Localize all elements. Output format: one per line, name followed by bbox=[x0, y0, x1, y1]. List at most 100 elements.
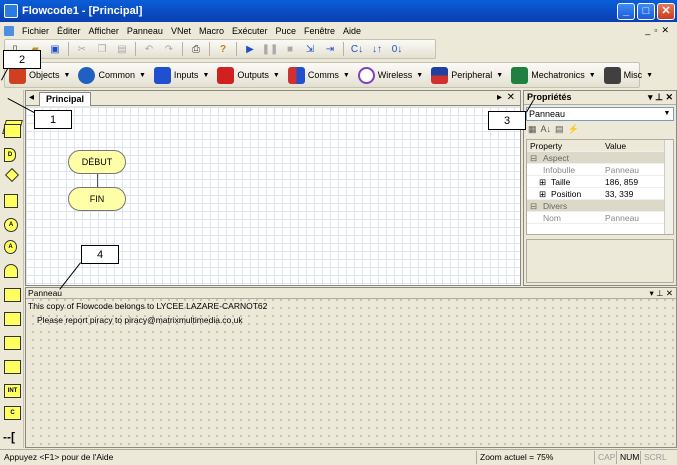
undo-icon[interactable]: ↶ bbox=[141, 41, 157, 57]
step-into-icon[interactable]: ⇲ bbox=[302, 41, 318, 57]
zoom-indicator: Zoom actuel = 75% bbox=[476, 451, 591, 464]
string-icon[interactable] bbox=[4, 360, 21, 374]
title-bar[interactable]: Flowcode1 - [Principal] _ □ ✕ bbox=[0, 0, 677, 22]
delay-icon[interactable]: D bbox=[4, 148, 16, 162]
macro-icon[interactable] bbox=[4, 288, 21, 302]
comment-icon[interactable]: --[ bbox=[3, 430, 15, 444]
hex-icon[interactable]: ↓↑ bbox=[369, 41, 385, 57]
status-bar: Appuyez <F1> pour de l'Aide Zoom actuel … bbox=[0, 449, 677, 465]
dropdown-arrow-icon: ▼ bbox=[138, 71, 146, 79]
mdi-close-button[interactable]: ✕ bbox=[661, 25, 669, 36]
property-category-aspect[interactable]: ⊟ Aspect bbox=[527, 152, 667, 164]
panel-close-icon[interactable]: ✕ bbox=[666, 288, 673, 298]
outputs-button[interactable]: Outputs ▼ bbox=[213, 64, 283, 86]
interrupt-icon[interactable]: INT bbox=[4, 384, 21, 398]
wireless-label: Wireless bbox=[377, 70, 413, 80]
switch-icon[interactable] bbox=[4, 194, 18, 208]
menu-executer[interactable]: Exécuter bbox=[228, 26, 272, 36]
close-button[interactable]: ✕ bbox=[657, 2, 675, 20]
property-row-position[interactable]: ⊞ Position 33, 339 bbox=[527, 188, 667, 200]
menu-vnet[interactable]: VNet bbox=[167, 26, 195, 36]
pin-icon[interactable]: ⊥ bbox=[655, 92, 663, 102]
mdi-restore-button[interactable]: ▫ bbox=[654, 25, 657, 36]
menu-afficher[interactable]: Afficher bbox=[85, 26, 123, 36]
tab-scroll-right-icon[interactable]: ▸ bbox=[497, 92, 502, 103]
property-grid-scrollbar[interactable] bbox=[664, 140, 673, 234]
compile-icon[interactable]: C↓ bbox=[349, 41, 365, 57]
decision-icon[interactable] bbox=[4, 167, 20, 183]
property-row-infobulle[interactable]: Infobulle Panneau bbox=[527, 164, 667, 176]
mechatronics-button[interactable]: Mechatronics ▼ bbox=[507, 64, 599, 86]
stop-icon[interactable]: ■ bbox=[282, 41, 298, 57]
pause-icon[interactable]: ❚❚ bbox=[262, 41, 279, 57]
status-help-text: Appuyez <F1> pour de l'Aide bbox=[4, 452, 114, 462]
panel-window[interactable]: Panneau ▾ ⊥ ✕ This copy of Flowcode belo… bbox=[25, 287, 677, 448]
panel-pin-icon[interactable]: ⊥ bbox=[656, 288, 663, 298]
help-icon[interactable]: ? bbox=[215, 41, 231, 57]
menu-panneau[interactable]: Panneau bbox=[123, 26, 167, 36]
calculation-icon[interactable]: A bbox=[4, 218, 18, 232]
standard-toolbar: ▯ ▰ ▣ ✂ ❐ ▤ ↶ ↷ ⎙ ? ▶ ❚❚ ■ ⇲ ⇥ C↓ ↓↑ 0↓ bbox=[4, 39, 436, 59]
output-icon[interactable] bbox=[4, 124, 21, 138]
cut-icon[interactable]: ✂ bbox=[74, 41, 90, 57]
close-tab-icon[interactable]: ✕ bbox=[507, 92, 515, 103]
panel-menu-icon[interactable]: ▾ bbox=[649, 288, 653, 298]
menu-puce[interactable]: Puce bbox=[272, 26, 301, 36]
dropdown-arrow-icon: ▼ bbox=[588, 71, 596, 79]
property-row-taille[interactable]: ⊞ Taille 186, 859 bbox=[527, 176, 667, 188]
misc-button[interactable]: Misc ▼ bbox=[600, 64, 657, 86]
collapse-icon[interactable]: ⊟ bbox=[530, 152, 537, 164]
properties-menu-icon[interactable]: ▾ bbox=[648, 92, 653, 102]
maximize-button[interactable]: □ bbox=[637, 2, 655, 20]
menu-bar: Fichier Éditer Afficher Panneau VNet Mac… bbox=[0, 22, 677, 39]
property-pages-icon[interactable]: ▤ bbox=[555, 124, 564, 135]
c-code-icon[interactable]: C bbox=[4, 406, 21, 420]
run-icon[interactable]: ▶ bbox=[242, 41, 258, 57]
redo-icon[interactable]: ↷ bbox=[161, 41, 177, 57]
document-icon[interactable] bbox=[4, 25, 14, 36]
expand-icon[interactable]: ⊞ bbox=[539, 188, 546, 200]
outputs-label: Outputs bbox=[237, 70, 269, 80]
panel-header: Panneau ▾ ⊥ ✕ bbox=[26, 288, 676, 299]
expand-icon[interactable]: ⊞ bbox=[539, 176, 546, 188]
save-icon[interactable]: ▣ bbox=[47, 41, 63, 57]
object-selector[interactable]: Panneau ▼ bbox=[526, 107, 674, 121]
common-button[interactable]: Common ▼ bbox=[74, 64, 149, 86]
properties-close-icon[interactable]: ✕ bbox=[665, 92, 673, 102]
connection-point-icon[interactable]: A bbox=[4, 240, 17, 254]
flowchart-end-node[interactable]: FIN bbox=[68, 187, 126, 211]
print-icon[interactable]: ⎙ bbox=[188, 41, 204, 57]
flowchart-start-node[interactable]: DÉBUT bbox=[68, 150, 126, 174]
calc-block-icon[interactable] bbox=[4, 336, 21, 350]
wireless-button[interactable]: Wireless ▼ bbox=[354, 64, 427, 86]
minimize-button[interactable]: _ bbox=[617, 2, 635, 20]
collapse-icon[interactable]: ⊟ bbox=[530, 200, 537, 212]
inputs-button[interactable]: Inputs ▼ bbox=[150, 64, 213, 86]
property-category-divers[interactable]: ⊟ Divers bbox=[527, 200, 667, 212]
chip-program-icon[interactable]: 0↓ bbox=[389, 41, 405, 57]
menu-fenetre[interactable]: Fenêtre bbox=[300, 26, 339, 36]
step-over-icon[interactable]: ⇥ bbox=[322, 41, 338, 57]
events-icon[interactable]: ⚡ bbox=[568, 124, 579, 135]
sort-alpha-icon[interactable]: A↓ bbox=[541, 124, 552, 135]
peripheral-button[interactable]: Peripheral ▼ bbox=[427, 64, 507, 86]
menu-aide[interactable]: Aide bbox=[339, 26, 365, 36]
tab-principal[interactable]: Principal bbox=[39, 92, 92, 106]
tab-scroll-left-icon[interactable]: ◂ bbox=[29, 92, 34, 103]
paste-icon[interactable]: ▤ bbox=[114, 41, 130, 57]
property-value: Panneau bbox=[605, 213, 640, 223]
comms-button[interactable]: Comms ▼ bbox=[284, 64, 354, 86]
callout-4: 4 bbox=[81, 245, 119, 264]
categorized-icon[interactable]: ▦ bbox=[528, 124, 537, 135]
loop-icon[interactable] bbox=[4, 264, 18, 278]
property-row-nom[interactable]: Nom Panneau bbox=[527, 212, 667, 224]
app-icon bbox=[4, 4, 18, 18]
copy-icon[interactable]: ❐ bbox=[94, 41, 110, 57]
menu-editer[interactable]: Éditer bbox=[53, 26, 85, 36]
panel-controls: ▾ ⊥ ✕ bbox=[649, 288, 673, 298]
mdi-minimize-button[interactable]: _ bbox=[645, 25, 650, 36]
menu-macro[interactable]: Macro bbox=[195, 26, 228, 36]
component-macro-icon[interactable] bbox=[4, 312, 21, 326]
menu-fichier[interactable]: Fichier bbox=[18, 26, 53, 36]
separator bbox=[343, 42, 344, 56]
